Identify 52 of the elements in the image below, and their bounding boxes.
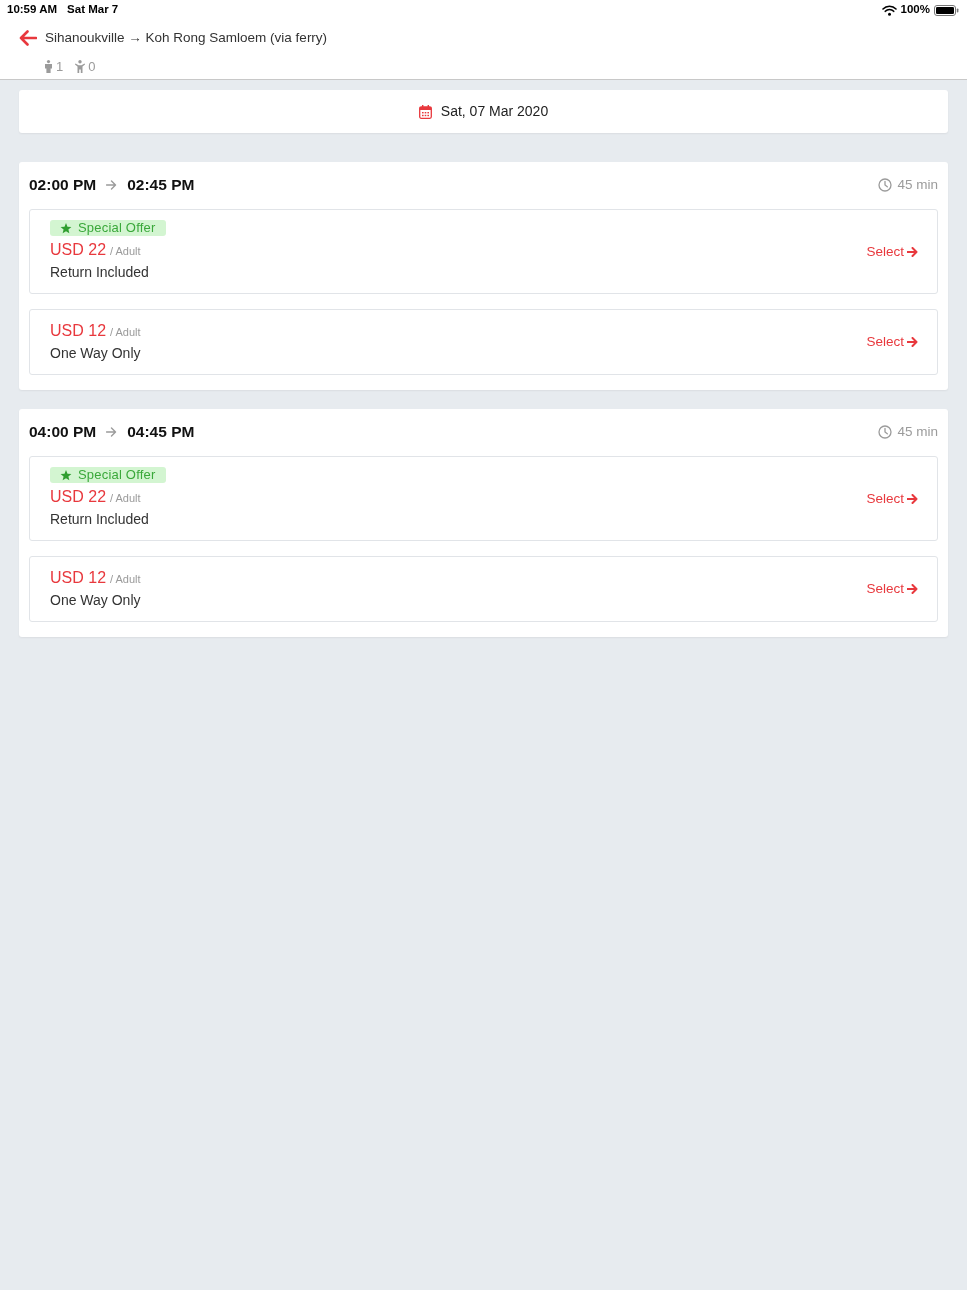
badge-label: Special Offer (78, 220, 156, 236)
date-picker[interactable]: Sat, 07 Mar 2020 (19, 90, 948, 133)
fare-note: Return Included (50, 263, 149, 282)
star-icon (60, 222, 72, 234)
departure-time: 02:00 PM (29, 175, 97, 195)
arrival-time: 02:45 PM (127, 175, 195, 195)
status-time: 10:59 AM (7, 2, 58, 18)
arrow-right-icon (907, 493, 918, 504)
fare-unit: / Adult (110, 244, 141, 259)
clock-icon (878, 178, 893, 192)
clock-icon (878, 425, 893, 439)
status-date: Sat Mar 7 (67, 2, 119, 18)
battery-percent: 100% (900, 2, 930, 18)
select-link[interactable]: Select (866, 242, 918, 261)
child-count: 0 (88, 57, 96, 76)
calendar-icon (418, 104, 432, 119)
select-link[interactable]: Select (866, 580, 918, 598)
departure-time: 04:00 PM (29, 422, 97, 442)
fare-unit: / Adult (110, 491, 141, 506)
fare-price: USD 12 (50, 568, 107, 588)
fare-price: USD 12 (50, 321, 107, 341)
fare-unit: / Adult (110, 572, 141, 587)
back-arrow-icon (19, 30, 37, 46)
duration-label: 45 min (897, 175, 938, 194)
fare-price: USD 22 (50, 487, 107, 507)
star-icon (60, 469, 72, 481)
fare-option-card[interactable]: USD 12 / Adult One Way Only Select (29, 556, 938, 622)
battery-icon (934, 4, 959, 16)
adult-count: 1 (56, 57, 64, 76)
wifi-icon (881, 4, 897, 16)
fare-note: Return Included (50, 510, 149, 529)
fare-option-card[interactable]: USD 12 / Adult One Way Only Select (29, 309, 938, 375)
fare-price: USD 22 (50, 240, 107, 260)
fare-option-card[interactable]: Special Offer USD 22 / Adult Return Included Select (29, 209, 938, 294)
child-icon (75, 60, 86, 73)
fare-unit: / Adult (110, 325, 141, 340)
arrow-right-icon (106, 427, 118, 437)
arrow-right-icon (907, 246, 918, 257)
duration-label: 45 min (897, 422, 938, 441)
adult-icon (44, 60, 53, 73)
fare-note: One Way Only (50, 344, 141, 363)
arrival-time: 04:45 PM (127, 422, 195, 442)
route-title: Sihanoukville → Koh Rong Samloem (via ferry) (45, 28, 328, 47)
select-link[interactable]: Select (866, 489, 918, 508)
back-button[interactable] (18, 28, 38, 48)
badge-label: Special Offer (78, 467, 156, 483)
select-link[interactable]: Select (866, 333, 918, 351)
arrow-right-icon (907, 584, 918, 594)
arrow-right-icon (907, 337, 918, 347)
fare-option-card[interactable]: Special Offer USD 22 / Adult Return Included Select (29, 456, 938, 541)
arrow-right-icon (106, 180, 118, 190)
fare-note: One Way Only (50, 591, 141, 610)
